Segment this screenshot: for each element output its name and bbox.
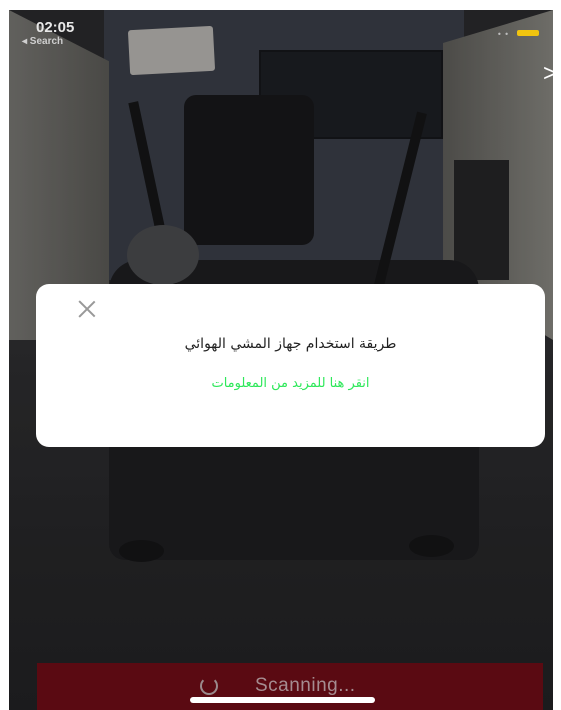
close-icon[interactable] xyxy=(76,298,98,320)
home-indicator[interactable] xyxy=(190,697,375,703)
scanning-label: Scanning... xyxy=(255,675,356,696)
dialog-title: طريقة استخدام جهاز المشي الهوائي xyxy=(184,336,397,352)
signal-icon: • • xyxy=(497,30,509,39)
spinner-icon xyxy=(200,677,218,695)
back-to-search-link[interactable]: ◂ Search xyxy=(22,36,63,47)
status-time: 02:05 xyxy=(36,19,75,36)
battery-icon xyxy=(517,30,539,36)
screen: 02:05 ◂ Search • • > طريقة استخدام جهاز … xyxy=(9,10,553,710)
more-info-link[interactable]: انقر هنا للمزيد من المعلومات xyxy=(36,376,545,391)
chevron-right-icon[interactable]: > xyxy=(543,62,553,86)
info-dialog: طريقة استخدام جهاز المشي الهوائي انقر هن… xyxy=(36,284,545,447)
